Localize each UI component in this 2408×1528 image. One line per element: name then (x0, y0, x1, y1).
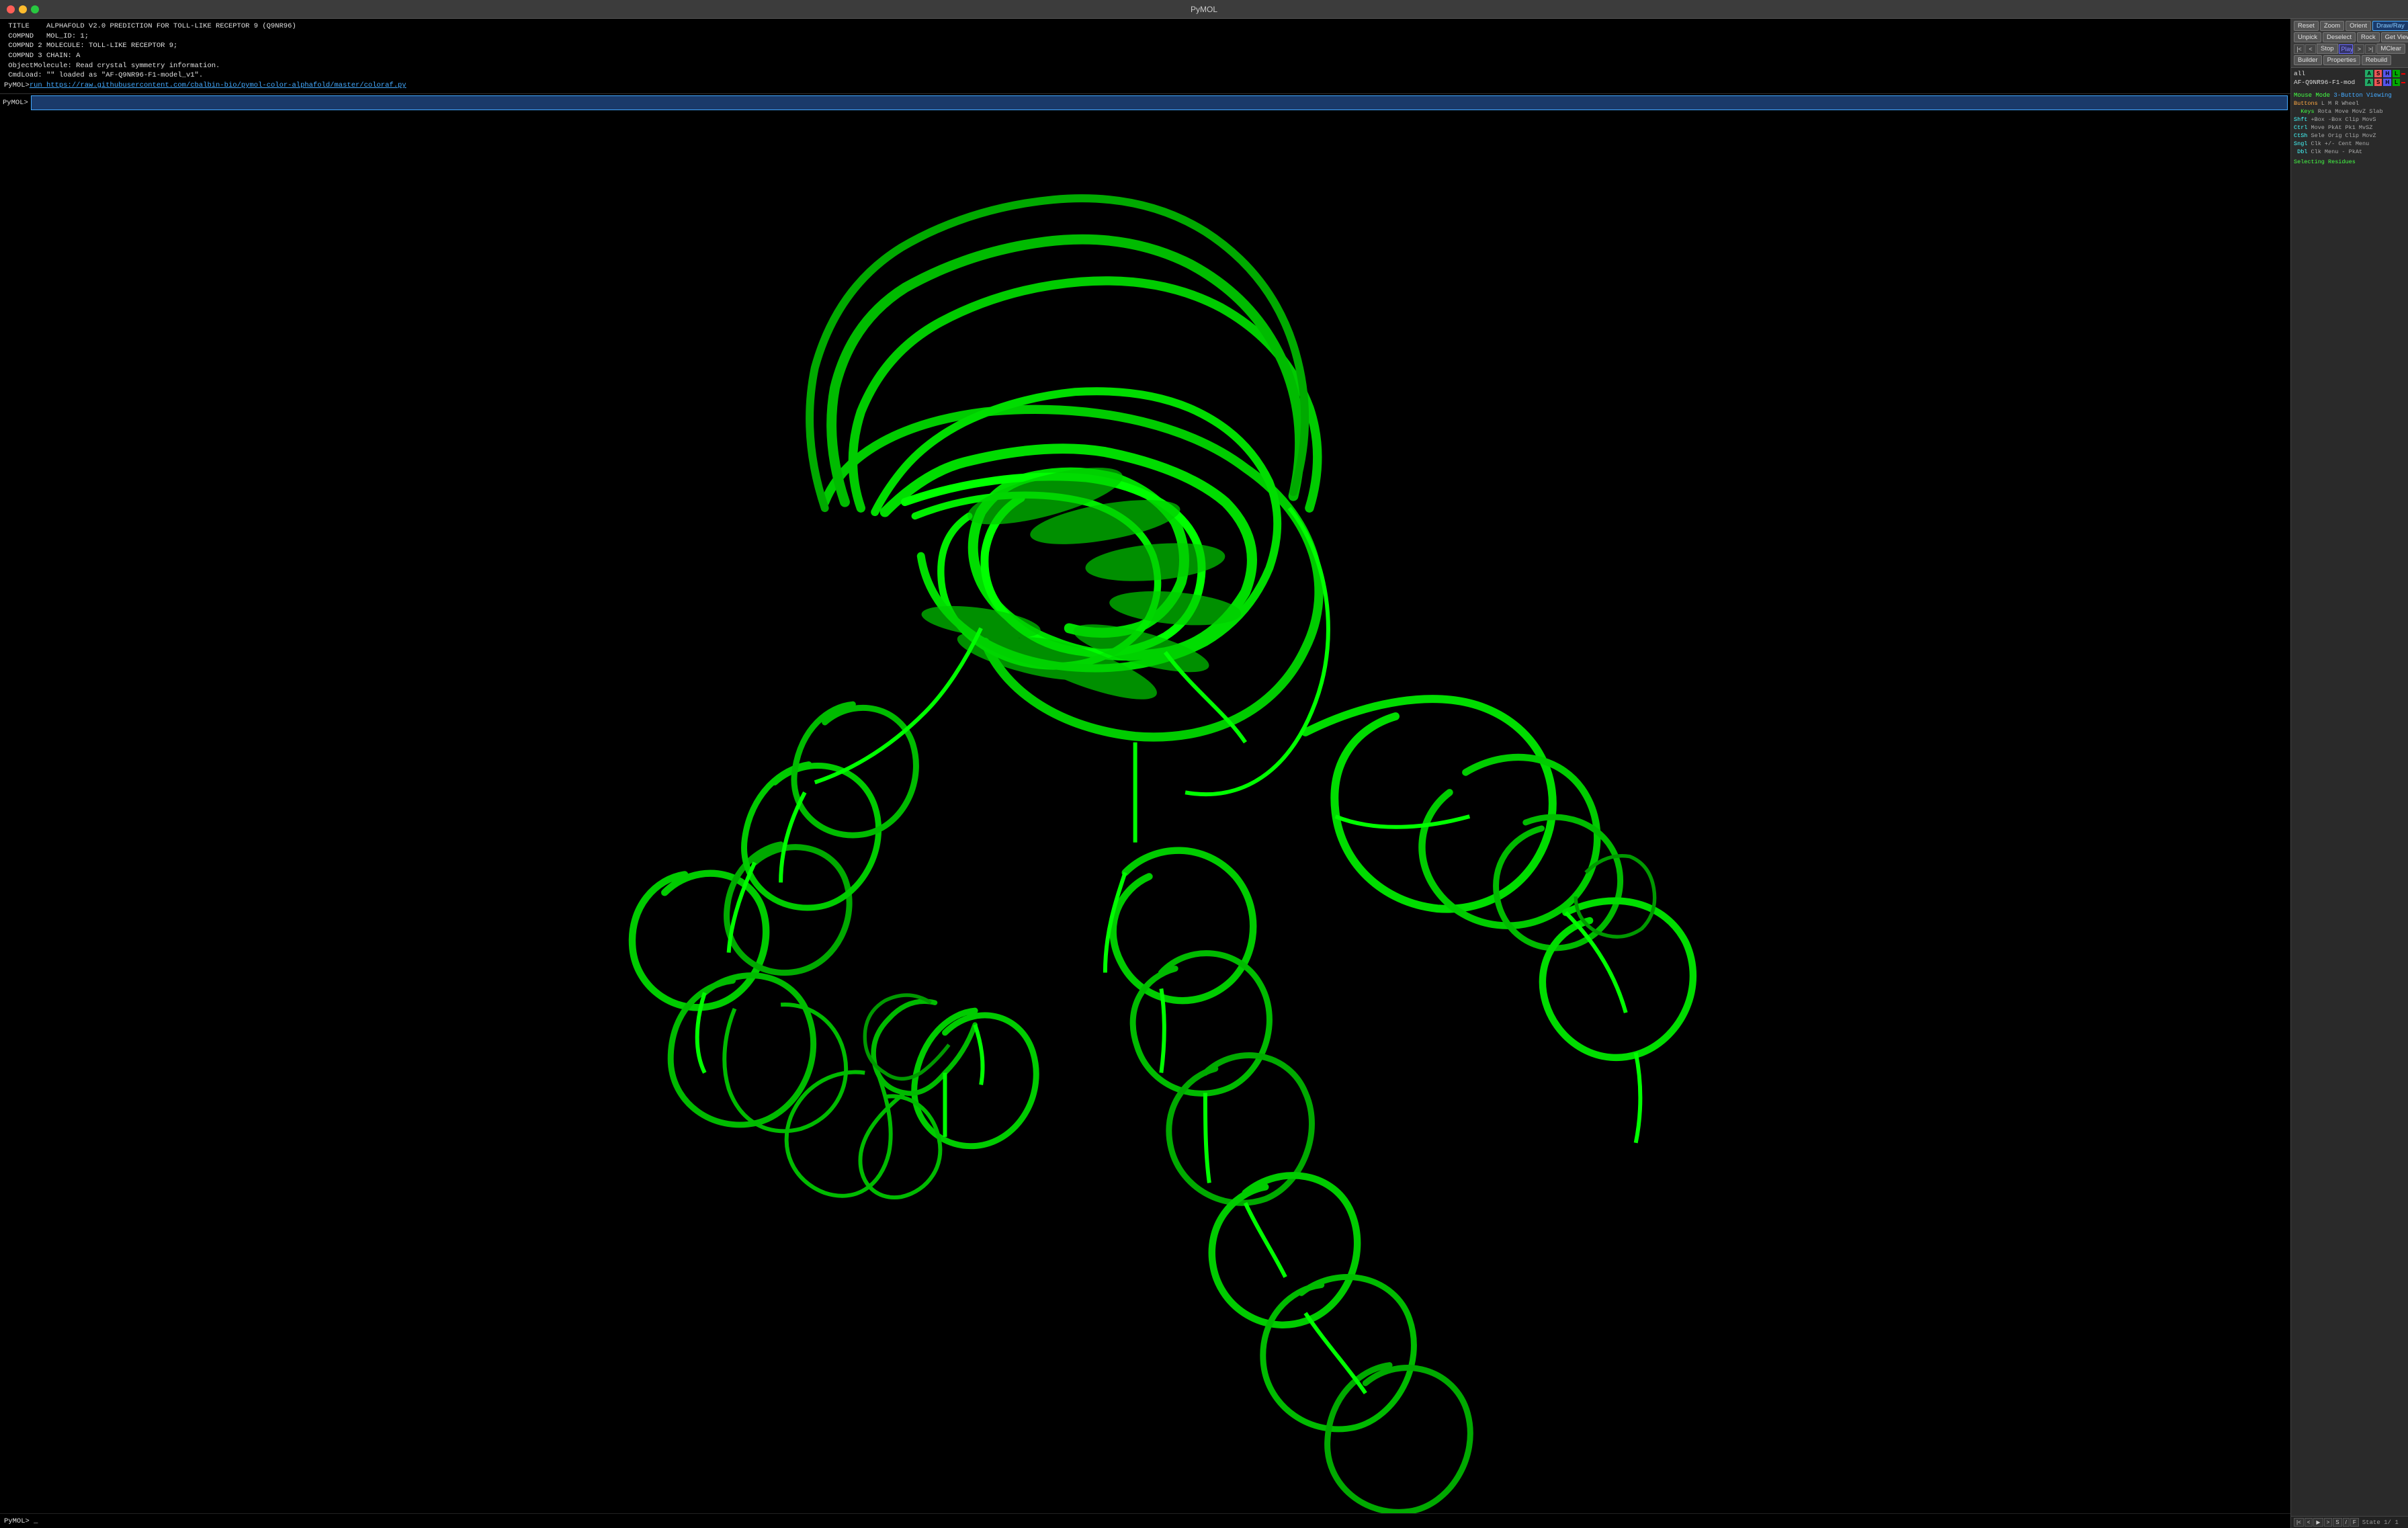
log-line-5: ObjectMolecule: Read crystal symmetry in… (4, 61, 2286, 71)
obj-af-btn-s[interactable]: S (2374, 79, 2382, 86)
log-line-3: COMPND 2 MOLECULE: TOLL-LIKE RECEPTOR 9; (4, 41, 2286, 51)
obj-af-btn-color[interactable] (2401, 82, 2405, 83)
next-btn[interactable]: > (2354, 44, 2364, 54)
state-controls: |< < ▶ > S / F State 1/ 1 (2294, 1518, 2405, 1527)
log-area: TITLE ALPHAFOLD V2.0 PREDICTION FOR TOLL… (0, 19, 2290, 93)
mouse-key-label: Keys (2294, 108, 2315, 115)
toolbar: Reset Zoom Orient Draw/Ray Unpick Desele… (2291, 19, 2408, 68)
log-line-2: COMPND MOL_ID: 1; (4, 32, 2286, 42)
bottom-prompt: PyMOL> _ (4, 1517, 38, 1525)
mouse-dbl: Dbl (2294, 148, 2307, 155)
prev-btn[interactable]: < (2305, 44, 2316, 54)
object-list: all A S H L AF-Q9NR96-F1-mod A S H L (2291, 68, 2408, 89)
log-line-4: COMPND 3 CHAIN: A (4, 51, 2286, 61)
cmd-prompt: PyMOL> (3, 99, 28, 107)
right-panel: Reset Zoom Orient Draw/Ray Unpick Desele… (2290, 19, 2408, 1528)
mouse-mode-title: Mouse Mode 3-Button Viewing (2294, 92, 2405, 99)
properties-btn[interactable]: Properties (2323, 55, 2360, 65)
mouse-ctsh: CtSh (2294, 132, 2307, 139)
reset-btn[interactable]: Reset (2294, 21, 2319, 31)
unpick-btn[interactable]: Unpick (2294, 32, 2321, 42)
mouse-shft: Shft (2294, 116, 2307, 123)
toolbar-row-1: Reset Zoom Orient Draw/Ray (2294, 21, 2405, 31)
obj-af-btn-l[interactable]: L (2393, 79, 2400, 86)
mouse-key-1: Keys Rota Move MovZ Slab (2294, 108, 2405, 116)
mouse-sngl: Sngl (2294, 140, 2307, 147)
molecular-structure-svg (0, 112, 2290, 1513)
mouse-mode-value: 3-Button Viewing (2333, 92, 2391, 99)
mouse-key-5: Sngl Clk +/- Cent Menu (2294, 140, 2405, 148)
state-f[interactable]: F (2350, 1518, 2359, 1527)
obj-af-btn-h[interactable]: H (2383, 79, 2391, 86)
getview-btn[interactable]: Get View (2381, 32, 2408, 42)
obj-all-btn-a[interactable]: A (2365, 70, 2373, 77)
state-next[interactable]: > (2324, 1518, 2333, 1527)
object-row-afq9nr96: AF-Q9NR96-F1-mod A S H L (2294, 79, 2405, 86)
toolbar-row-playback: |< < Stop Play > >| MClear (2294, 44, 2405, 54)
state-bar: |< < ▶ > S / F State 1/ 1 (2291, 1516, 2408, 1528)
obj-all-btn-l[interactable]: L (2393, 70, 2400, 77)
main-container: TITLE ALPHAFOLD V2.0 PREDICTION FOR TOLL… (0, 19, 2408, 1528)
mouse-lr: L M R Wheel (2318, 100, 2359, 107)
mouse-ctrl: Ctrl (2294, 124, 2307, 131)
window-title: PyMOL (1191, 5, 1217, 14)
mouse-key-2: Shft +Box -Box Clip MovS (2294, 116, 2405, 124)
state-info: State 1/ 1 (2362, 1519, 2399, 1526)
drawray-btn[interactable]: Draw/Ray (2372, 21, 2408, 31)
command-input[interactable] (31, 95, 2288, 110)
rebuild-btn[interactable]: Rebuild (2362, 55, 2391, 65)
bottom-bar: PyMOL> _ (0, 1513, 2290, 1528)
command-url[interactable]: run https://raw.githubusercontent.com/cb… (30, 81, 406, 89)
rewind-btn[interactable]: |< (2294, 44, 2305, 54)
mclear-btn[interactable]: MClear (2376, 44, 2405, 54)
mouse-buttons-label: Buttons L M R Wheel (2294, 100, 2405, 108)
obj-af-btn-a[interactable]: A (2365, 79, 2373, 86)
command-area: PyMOL> (0, 93, 2290, 112)
molecular-viewer[interactable] (0, 112, 2290, 1513)
mouse-buttons-text: Buttons (2294, 100, 2318, 107)
minimize-button[interactable] (19, 5, 27, 13)
obj-all-btn-h[interactable]: H (2383, 70, 2391, 77)
play-btn[interactable]: Play (2339, 44, 2354, 54)
fwd-btn[interactable]: >| (2365, 44, 2376, 54)
object-name-all: all (2294, 70, 2364, 77)
left-area: TITLE ALPHAFOLD V2.0 PREDICTION FOR TOLL… (0, 19, 2290, 1528)
rock-btn[interactable]: Rock (2357, 32, 2380, 42)
mouse-key-4: CtSh Sele Orig Clip MovZ (2294, 132, 2405, 140)
state-rewind[interactable]: |< (2294, 1518, 2304, 1527)
builder-btn[interactable]: Builder (2294, 55, 2322, 65)
window-controls (7, 5, 39, 13)
deselect-btn[interactable]: Deselect (2323, 32, 2356, 42)
zoom-btn[interactable]: Zoom (2320, 21, 2344, 31)
mouse-mode-text: Mouse Mode (2294, 92, 2333, 99)
maximize-button[interactable] (31, 5, 39, 13)
state-s[interactable]: S (2333, 1518, 2341, 1527)
state-slash[interactable]: / (2343, 1518, 2350, 1527)
mouse-key-6: Dbl Clk Menu - PkAt (2294, 148, 2405, 156)
obj-all-btn-color[interactable] (2401, 73, 2405, 75)
toolbar-row-4: Builder Properties Rebuild (2294, 55, 2405, 65)
mouse-selecting-text: Selecting Residues (2294, 159, 2356, 165)
close-button[interactable] (7, 5, 15, 13)
title-bar: PyMOL (0, 0, 2408, 19)
state-prev[interactable]: < (2305, 1518, 2313, 1527)
toolbar-row-2: Unpick Deselect Rock Get View (2294, 32, 2405, 42)
log-line-1: TITLE ALPHAFOLD V2.0 PREDICTION FOR TOLL… (4, 22, 2286, 32)
mouse-selecting: Selecting Residues (2294, 159, 2405, 166)
log-line-6: CmdLoad: "" loaded as "AF-Q9NR96-F1-mode… (4, 71, 2286, 81)
object-row-all: all A S H L (2294, 70, 2405, 77)
log-line-7: PyMOL>run https://raw.githubusercontent.… (4, 81, 2286, 91)
mouse-key-3: Ctrl Move PkAt Pk1 MvSZ (2294, 124, 2405, 132)
mouse-info: Mouse Mode 3-Button Viewing Buttons L M … (2291, 89, 2408, 1516)
object-name-afq9nr96: AF-Q9NR96-F1-mod (2294, 79, 2364, 86)
orient-btn[interactable]: Orient (2346, 21, 2371, 31)
obj-all-btn-s[interactable]: S (2374, 70, 2382, 77)
state-play[interactable]: ▶ (2313, 1518, 2323, 1527)
stop-btn[interactable]: Stop (2317, 44, 2338, 54)
